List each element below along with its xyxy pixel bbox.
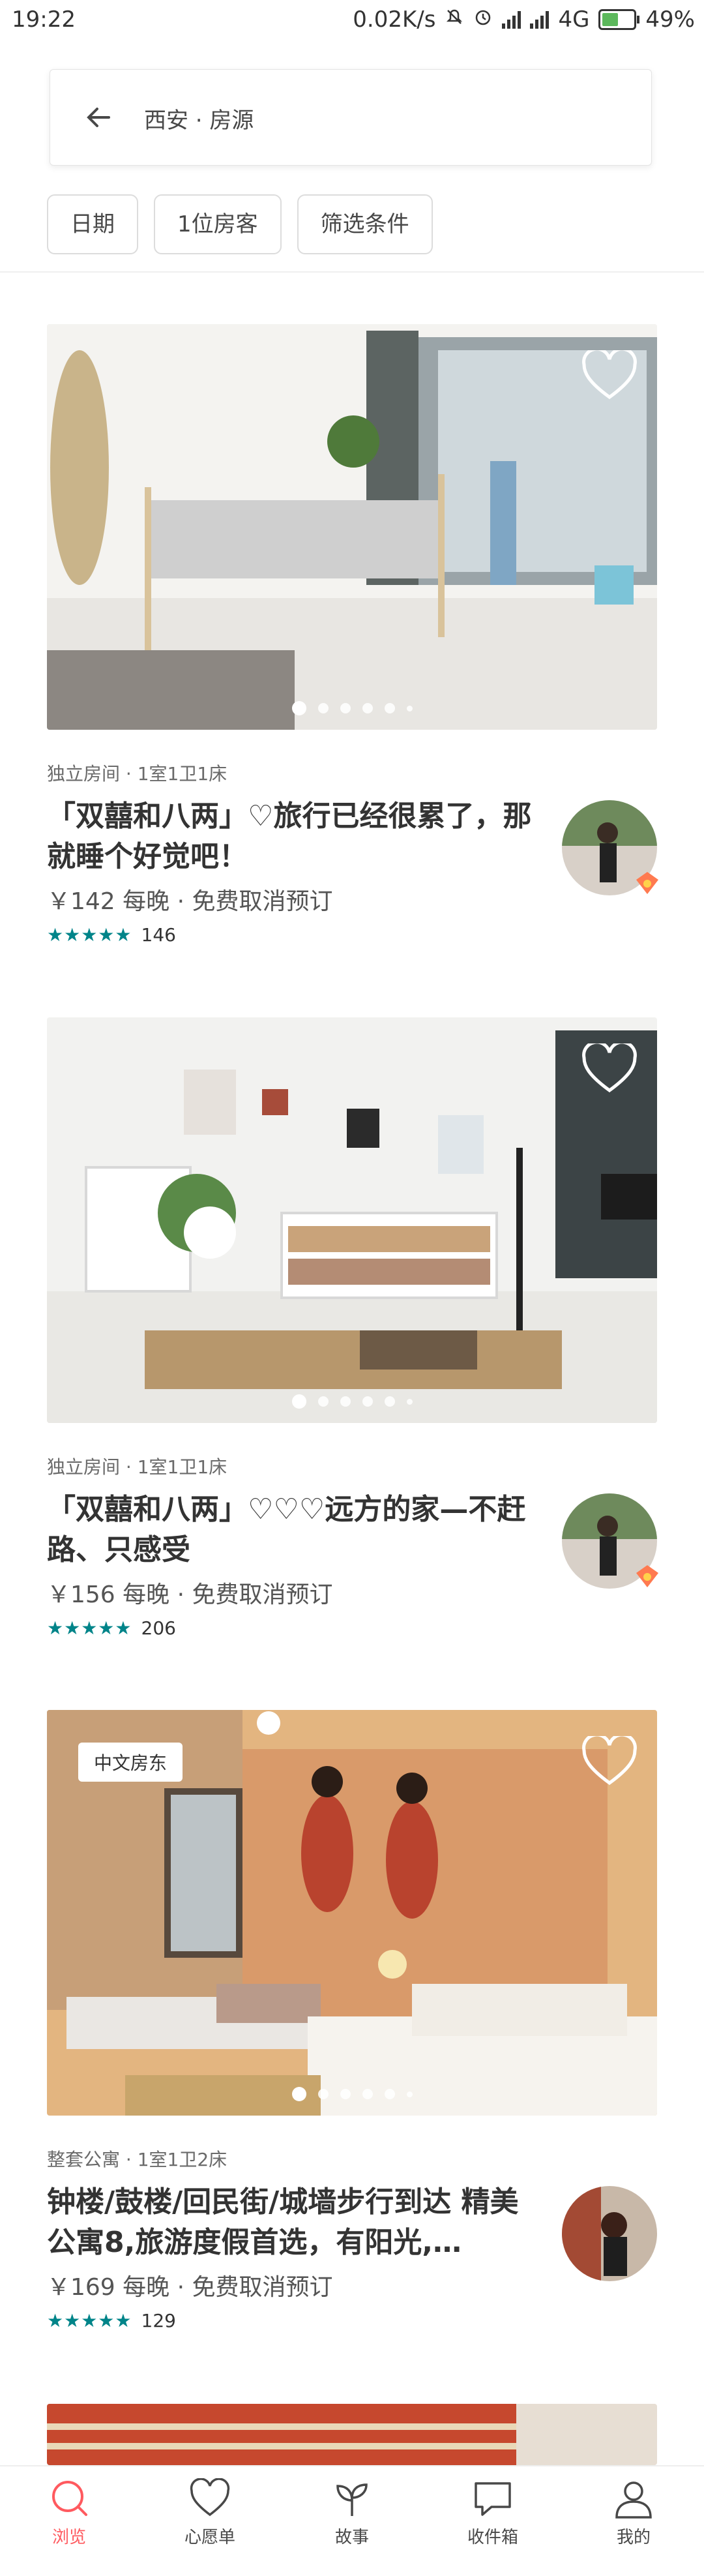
listing-meta: 独立房间 · 1室1卫1床 [47, 1456, 227, 1478]
listing-price: ￥169 每晚 · 免费取消预订 [47, 2274, 333, 2301]
listing-photo[interactable] [47, 2404, 657, 2465]
rating-stars: ★★★★★ [47, 1617, 132, 1639]
tab-profile[interactable]: 我的 [568, 2478, 699, 2548]
listing-title[interactable]: 「双囍和八两」♡旅行已经很累了，那就睡个好觉吧！ [47, 796, 542, 877]
tab-label: 心愿单 [184, 2528, 235, 2547]
message-icon [475, 2482, 511, 2516]
filter-bar: 日期 1位房客 筛选条件 [47, 194, 433, 254]
listing-title[interactable]: 「双囍和八两」♡♡♡远方的家—不赶路、只感受 [47, 1490, 542, 1570]
listing-meta: 独立房间 · 1室1卫1床 [47, 763, 227, 785]
wishlist-heart-icon[interactable] [581, 1043, 638, 1094]
tab-label: 故事 [334, 2528, 369, 2547]
tab-stories[interactable]: 故事 [287, 2478, 417, 2548]
leaf-icon [336, 2483, 368, 2516]
rating-stars: ★★★★★ [47, 2310, 132, 2331]
bedroom-photo [47, 324, 657, 730]
tab-inbox[interactable]: 收件箱 [428, 2478, 558, 2548]
rug-photo [47, 2404, 657, 2465]
photo-pagination [47, 701, 657, 715]
listing-photo[interactable]: 中文房东 [47, 1710, 657, 2116]
status-bar: 19:22 0.02K/s 4G 49% [0, 0, 704, 40]
wishlist-heart-icon[interactable] [581, 1736, 638, 1787]
rating-stars: ★★★★★ [47, 924, 132, 946]
person-icon [615, 2481, 652, 2519]
listing-photo[interactable] [47, 324, 657, 730]
back-arrow-icon[interactable] [83, 102, 114, 132]
search-query[interactable]: 西安 · 房源 [144, 102, 254, 134]
search-icon [52, 2481, 87, 2516]
wishlist-heart-icon[interactable] [581, 350, 638, 401]
filter-more[interactable]: 筛选条件 [297, 194, 433, 254]
tab-label: 浏览 [51, 2528, 86, 2547]
listing-card[interactable]: 独立房间 · 1室1卫1床 「双囍和八两」♡旅行已经很累了，那就睡个好觉吧！ ￥… [47, 324, 658, 946]
listing-rating: ★★★★★ 206 [47, 1617, 657, 1639]
listing-meta: 整套公寓 · 1室1卫2床 [47, 2149, 227, 2170]
listing-card-partial[interactable] [47, 2404, 657, 2465]
review-count: 206 [141, 1617, 176, 1639]
tab-wishlist[interactable]: 心愿单 [145, 2478, 275, 2548]
tab-label: 收件箱 [467, 2528, 518, 2547]
tab-browse[interactable]: 浏览 [4, 2478, 134, 2548]
listing-photo[interactable] [47, 1017, 657, 1423]
filter-dates[interactable]: 日期 [47, 194, 138, 254]
listing-card[interactable]: 独立房间 · 1室1卫1床 「双囍和八两」♡♡♡远方的家—不赶路、只感受 ￥15… [47, 1017, 658, 1639]
signal-icon-2 [530, 10, 550, 29]
signal-icon [502, 10, 521, 29]
alarm-icon [473, 7, 493, 33]
listing-price: ￥142 每晚 · 免费取消预订 [47, 888, 333, 915]
listing-rating: ★★★★★ 146 [47, 924, 657, 946]
network-speed: 0.02K/s [353, 7, 436, 33]
review-count: 129 [141, 2310, 176, 2331]
host-avatar[interactable] [562, 2186, 657, 2281]
search-bar[interactable]: 西安 · 房源 [50, 69, 652, 166]
mute-icon [445, 7, 464, 33]
battery-level: 49% [645, 7, 695, 33]
network-type: 4G [558, 7, 590, 33]
heart-icon [190, 2478, 230, 2517]
superhost-badge-icon [636, 872, 658, 894]
listing-rating: ★★★★★ 129 [47, 2310, 657, 2331]
review-count: 146 [141, 924, 176, 946]
listing-title[interactable]: 钟楼/鼓楼/回民街/城墙步行到达 精美公寓8,旅游度假首选，有阳光,… [47, 2182, 542, 2263]
divider [0, 271, 704, 273]
battery-icon [598, 9, 640, 30]
status-time: 19:22 [12, 7, 76, 33]
listing-price: ￥156 每晚 · 免费取消预订 [47, 1581, 333, 1608]
host-language-badge: 中文房东 [78, 1743, 183, 1782]
listing-card[interactable]: 中文房东 整套公寓 · 1室1卫2床 钟楼/鼓楼/回民街/城墙步行到达 精美公寓… [47, 1710, 657, 2331]
photo-pagination [47, 1394, 657, 1409]
tab-label: 我的 [616, 2528, 651, 2547]
filter-guests[interactable]: 1位房客 [154, 194, 282, 254]
superhost-badge-icon [636, 1565, 658, 1587]
living-room-photo [47, 1017, 657, 1423]
bottom-tab-bar: 浏览 心愿单 故事 收件箱 我的 [0, 2465, 704, 2576]
photo-pagination [47, 2087, 657, 2101]
